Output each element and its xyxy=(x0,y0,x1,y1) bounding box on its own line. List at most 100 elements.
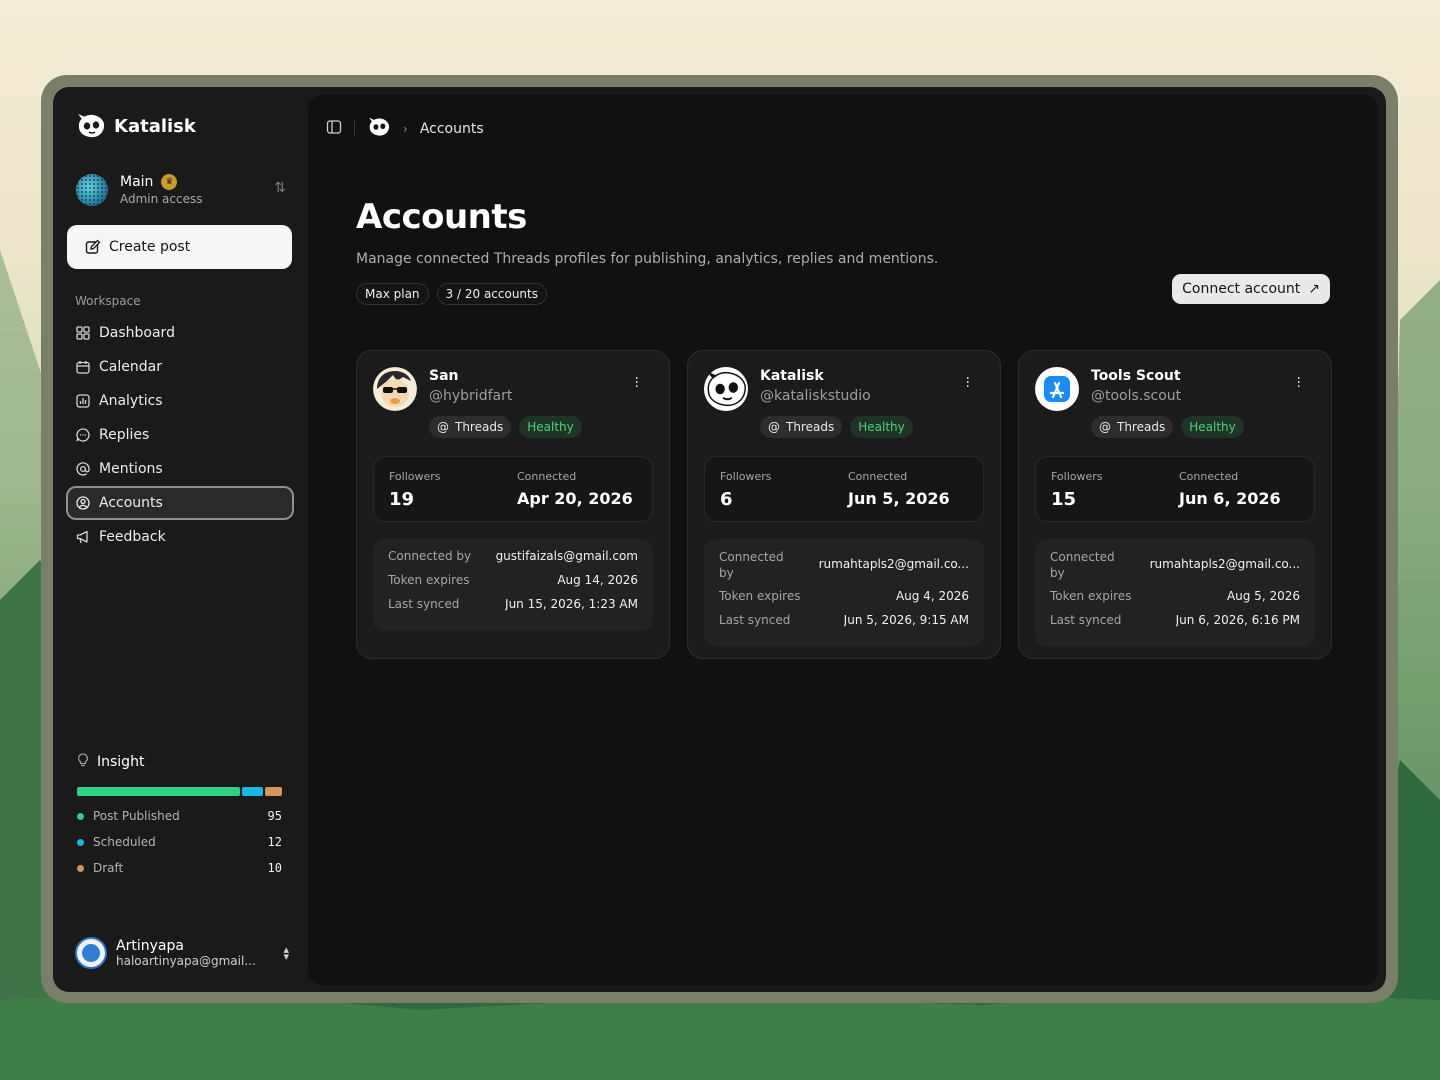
sidebar-item-dashboard[interactable]: Dashboard xyxy=(66,316,294,350)
scheduled-segment xyxy=(242,787,263,796)
sidebar-item-replies[interactable]: Replies xyxy=(66,418,294,452)
workspace-name: Main xyxy=(120,174,154,190)
account-name: San xyxy=(429,368,459,384)
detail-row: Last synced Jun 5, 2026, 9:15 AM xyxy=(719,613,969,637)
detail-row: Connected by rumahtapls2@gmail.co... xyxy=(1050,549,1300,589)
create-post-label: Create post xyxy=(109,239,191,255)
detail-key: Last synced xyxy=(1050,613,1122,627)
sidebar-item-accounts[interactable]: Accounts xyxy=(66,486,294,520)
followers-label: Followers xyxy=(389,470,441,483)
connected-value: Jun 6, 2026 xyxy=(1179,489,1281,508)
sidebar-item-calendar[interactable]: Calendar xyxy=(66,350,294,384)
brand-name: Katalisk xyxy=(114,115,196,137)
green-dot-icon xyxy=(77,812,84,820)
workspace-avatar xyxy=(76,174,108,206)
connected-value: Apr 20, 2026 xyxy=(517,489,633,508)
insight-value: 10 xyxy=(267,861,282,875)
detail-key: Last synced xyxy=(719,613,791,627)
insight-label: Draft xyxy=(93,861,124,875)
detail-row: Last synced Jun 6, 2026, 6:16 PM xyxy=(1050,613,1300,637)
sidebar-item-label: Replies xyxy=(99,427,150,443)
account-stats: Followers 19 Connected Apr 20, 2026 xyxy=(373,456,653,522)
at-sign-icon xyxy=(76,462,90,476)
sidebar: Katalisk Main ♛ Admin access ⇅ Create po… xyxy=(53,87,307,992)
breadcrumb-home-logo-icon[interactable] xyxy=(367,117,391,141)
insight-value: 95 xyxy=(267,809,282,823)
crown-badge-icon: ♛ xyxy=(161,174,178,190)
main-content: › Accounts Accounts Manage connected Thr… xyxy=(308,95,1378,985)
more-vertical-icon[interactable]: · · · xyxy=(635,372,639,394)
platform-tag: @ Threads xyxy=(429,416,512,438)
chevron-right-icon: › xyxy=(403,122,408,136)
account-name: Katalisk xyxy=(760,368,824,384)
account-handle: @kataliskstudio xyxy=(760,388,871,404)
platform-label: Threads xyxy=(455,420,504,434)
account-handle: @hybridfart xyxy=(429,388,513,404)
detail-row: Connected by rumahtapls2@gmail.co... xyxy=(719,549,969,589)
followers-value: 6 xyxy=(720,489,733,510)
insight-label: Post Published xyxy=(93,809,180,823)
account-handle: @tools.scout xyxy=(1091,388,1182,404)
draft-segment xyxy=(265,787,282,796)
followers-value: 15 xyxy=(1051,489,1077,510)
create-post-button[interactable]: Create post xyxy=(67,225,292,269)
more-vertical-icon[interactable]: · · · xyxy=(966,372,970,394)
connect-account-button[interactable]: Connect account ↗ xyxy=(1172,274,1330,304)
status-badge: Healthy xyxy=(850,416,913,438)
account-card: San @hybridfart · · · @ Threads Healthy Fo… xyxy=(356,350,670,659)
katalisk-logo-icon xyxy=(78,114,105,138)
threads-icon: @ xyxy=(768,420,780,434)
detail-key: Token expires xyxy=(719,589,801,603)
threads-icon: @ xyxy=(1099,420,1111,434)
divider xyxy=(354,121,355,137)
detail-row: Token expires Aug 4, 2026 xyxy=(719,589,969,613)
published-segment xyxy=(77,787,240,796)
detail-key: Last synced xyxy=(388,597,460,611)
brand[interactable]: Katalisk xyxy=(76,113,196,139)
sidebar-item-label: Calendar xyxy=(99,359,162,375)
workspace-switcher[interactable]: Main ♛ Admin access ⇅ xyxy=(76,172,286,208)
user-menu[interactable]: Artinyapa haloartinyapa@gmail... ▴ ▾ xyxy=(75,933,289,973)
detail-key: Connected by xyxy=(1050,550,1115,580)
sidebar-nav: Dashboard Calendar Analytics Replies Men… xyxy=(66,316,294,554)
platform-tag: @ Threads xyxy=(1091,416,1174,438)
account-card: Katalisk @kataliskstudio · · · @ Threads H… xyxy=(687,350,1001,659)
chevron-up-down-icon: ▴ ▾ xyxy=(283,943,289,963)
arrow-up-right-icon: ↗ xyxy=(1308,281,1320,297)
platform-tag: @ Threads xyxy=(760,416,843,438)
account-stats: Followers 6 Connected Jun 5, 2026 xyxy=(704,456,984,522)
sidebar-item-analytics[interactable]: Analytics xyxy=(66,384,294,418)
accounts-grid: San @hybridfart · · · @ Threads Healthy Fo… xyxy=(356,350,1332,659)
megaphone-icon xyxy=(76,530,90,544)
user-email: haloartinyapa@gmail... xyxy=(116,954,256,968)
sidebar-toggle-icon[interactable] xyxy=(326,119,342,139)
account-card: Tools Scout @tools.scout · · · @ Threads H… xyxy=(1018,350,1332,659)
connected-label: Connected xyxy=(848,470,908,483)
detail-value: Aug 5, 2026 xyxy=(1226,589,1300,603)
analytics-icon xyxy=(76,394,90,408)
account-stats: Followers 15 Connected Jun 6, 2026 xyxy=(1035,456,1315,522)
page-title: Accounts xyxy=(356,197,527,237)
sidebar-item-feedback[interactable]: Feedback xyxy=(66,520,294,554)
detail-key: Connected by xyxy=(719,550,784,580)
threads-icon: @ xyxy=(437,420,449,434)
connected-label: Connected xyxy=(1179,470,1239,483)
status-badge: Healthy xyxy=(519,416,582,438)
sidebar-item-mentions[interactable]: Mentions xyxy=(66,452,294,486)
detail-key: Connected by xyxy=(388,549,472,563)
calendar-icon xyxy=(76,360,90,374)
more-vertical-icon[interactable]: · · · xyxy=(1297,372,1301,394)
sidebar-item-label: Mentions xyxy=(99,461,163,477)
plan-chip: Max plan xyxy=(356,283,429,305)
account-details: Connected by rumahtapls2@gmail.co... Tok… xyxy=(704,539,984,647)
detail-row: Token expires Aug 5, 2026 xyxy=(1050,589,1300,613)
detail-value: Jun 5, 2026, 9:15 AM xyxy=(843,613,969,627)
connected-value: Jun 5, 2026 xyxy=(848,489,950,508)
status-badge: Healthy xyxy=(1181,416,1244,438)
sidebar-item-label: Accounts xyxy=(99,495,163,511)
sidebar-item-label: Feedback xyxy=(99,529,166,545)
chat-bubble-icon xyxy=(76,428,90,442)
edit-icon xyxy=(85,239,101,254)
detail-key: Token expires xyxy=(388,573,470,587)
topbar: › Accounts xyxy=(326,117,484,141)
